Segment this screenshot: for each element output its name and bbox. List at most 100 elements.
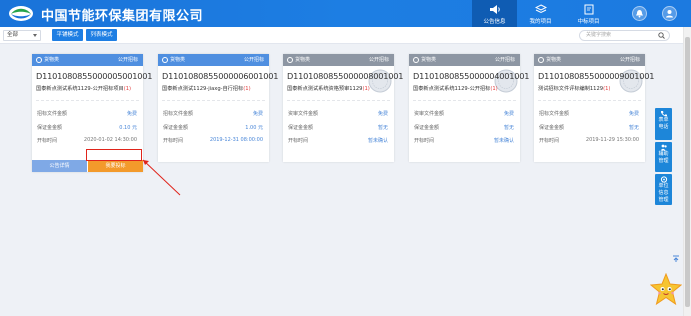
people-icon bbox=[660, 144, 667, 151]
nav-label: 中标项目 bbox=[577, 19, 600, 25]
announcement-detail-button[interactable]: 公告详情 bbox=[32, 160, 87, 172]
chevron-down-icon bbox=[33, 34, 37, 37]
field-label: 开标时间 bbox=[163, 138, 184, 144]
project-title: 国泰新点测试系统1129-公开招标(1) bbox=[413, 85, 498, 92]
project-flag: (1) bbox=[123, 86, 132, 92]
card-tag: 公开招标 bbox=[243, 57, 264, 63]
card-type: 货物类 bbox=[44, 57, 60, 63]
list-mode-button[interactable]: 列表模式 bbox=[86, 29, 117, 41]
field-label: 保证金金额 bbox=[414, 125, 440, 131]
field-row: 开标时间 2019-12-31 08:00:00 bbox=[163, 137, 263, 144]
project-flag: (1) bbox=[603, 86, 611, 92]
back-to-top-icon[interactable] bbox=[672, 255, 680, 263]
field-value: 暂无 bbox=[628, 125, 639, 131]
field-row: 资审文件金额 免费 bbox=[414, 110, 514, 117]
nav-label: 公告信息 bbox=[483, 19, 506, 25]
flag-icon bbox=[584, 4, 593, 15]
search-placeholder: 关键字搜索 bbox=[586, 32, 612, 38]
card-type: 货物类 bbox=[421, 57, 437, 63]
nav-my-projects[interactable]: 我的项目 bbox=[518, 0, 563, 27]
field-label: 招标文件金额 bbox=[539, 111, 570, 117]
side-label: 辅助 管理 bbox=[658, 151, 669, 164]
field-value: 免费 bbox=[628, 111, 639, 117]
field-value: 免费 bbox=[503, 111, 514, 117]
field-label: 保证金金额 bbox=[37, 125, 63, 131]
top-header: 中国节能环保集团有限公司 公告信息 我的项目 中标项目 bbox=[0, 0, 691, 27]
side-assist-button[interactable]: 辅助 管理 bbox=[655, 142, 672, 172]
nav-label: 我的项目 bbox=[529, 19, 552, 25]
search-icon[interactable] bbox=[658, 32, 665, 39]
project-title-text: 国泰新点测试1129-jiaxg-自行招标 bbox=[162, 86, 244, 92]
field-label: 招标文件金额 bbox=[163, 111, 194, 117]
field-row: 开标时间 暂未确认 bbox=[288, 137, 388, 144]
toolbar: 全部 平铺模式 列表模式 关键字搜索 bbox=[0, 27, 683, 44]
field-row: 招标文件金额 免费 bbox=[539, 110, 639, 117]
project-card[interactable]: 货物类 公开招标 D1101080855000004001001 国泰新点测试系… bbox=[409, 54, 530, 162]
project-card[interactable]: 货物类 公开招标 D1101080855000009001001 测试招标文件评… bbox=[534, 54, 655, 162]
field-value: 2019-12-31 08:00:00 bbox=[209, 137, 263, 143]
card-tag: 公开招标 bbox=[368, 57, 389, 63]
page-scrollbar[interactable] bbox=[683, 27, 691, 316]
mascot-star-icon[interactable] bbox=[650, 273, 682, 307]
scrollbar-thumb[interactable] bbox=[685, 37, 690, 307]
field-label: 保证金金额 bbox=[539, 125, 565, 131]
project-code: D1101080855000004001001 bbox=[413, 71, 530, 81]
side-label: 单位 信息 管理 bbox=[658, 183, 669, 203]
field-row: 保证金金额 暂无 bbox=[539, 124, 639, 131]
card-type: 货物类 bbox=[546, 57, 562, 63]
side-contact-button[interactable]: 表单 电话 bbox=[655, 108, 672, 140]
project-card[interactable]: 货物类 公开招标 D1101080855000008001001 国泰新点测试系… bbox=[283, 54, 404, 162]
field-value: 免费 bbox=[252, 111, 263, 117]
project-title-text: 测试招标文件评标编制1129 bbox=[538, 86, 604, 92]
notification-button[interactable] bbox=[632, 6, 647, 21]
field-label: 开标时间 bbox=[37, 138, 58, 144]
field-label: 保证金金额 bbox=[163, 125, 189, 131]
category-icon bbox=[36, 57, 42, 63]
project-title: 测试招标文件评标编制1129(1) bbox=[538, 85, 610, 92]
field-value: 2020-01-02 14:30:00 bbox=[83, 137, 137, 143]
project-code: D1101080855000005001001 bbox=[36, 71, 153, 81]
card-header: 货物类 公开招标 bbox=[534, 54, 645, 66]
divider bbox=[287, 100, 390, 101]
speaker-icon bbox=[489, 5, 500, 14]
nav-winning-projects[interactable]: 中标项目 bbox=[566, 0, 611, 27]
field-value: 免费 bbox=[377, 111, 388, 117]
field-value: 2019-11-29 15:30:00 bbox=[585, 137, 639, 143]
search-input[interactable]: 关键字搜索 bbox=[579, 30, 670, 41]
category-icon bbox=[287, 57, 293, 63]
field-value: 暂无 bbox=[377, 125, 388, 131]
divider bbox=[36, 100, 139, 101]
submit-bid-button[interactable]: 我要投标 bbox=[88, 160, 143, 172]
nav-announcements[interactable]: 公告信息 bbox=[472, 0, 517, 27]
side-unit-info-button[interactable]: 单位 信息 管理 bbox=[655, 174, 672, 205]
project-code: D1101080855000006001001 bbox=[162, 71, 279, 81]
project-card[interactable]: 货物类 公开招标 D1101080855000006001001 国泰新点测试1… bbox=[158, 54, 279, 162]
field-label: 招标文件金额 bbox=[37, 111, 68, 117]
divider bbox=[413, 100, 516, 101]
field-label: 开标时间 bbox=[539, 138, 560, 144]
tile-mode-button[interactable]: 平铺模式 bbox=[52, 29, 83, 41]
card-type: 货物类 bbox=[295, 57, 311, 63]
card-tag: 公开招标 bbox=[619, 57, 640, 63]
side-label: 表单 电话 bbox=[658, 117, 669, 130]
user-button[interactable] bbox=[662, 6, 677, 21]
project-title: 国泰新点测试系统资格预审1129(1) bbox=[287, 85, 370, 92]
card-header: 货物类 公开招标 bbox=[32, 54, 143, 66]
brand-title: 中国节能环保集团有限公司 bbox=[41, 9, 204, 24]
field-row: 保证金金额 暂无 bbox=[288, 124, 388, 131]
field-value: 暂未确认 bbox=[493, 138, 514, 144]
divider bbox=[538, 100, 641, 101]
category-icon bbox=[162, 57, 168, 63]
card-header: 货物类 公开招标 bbox=[409, 54, 520, 66]
field-row: 资审文件金额 免费 bbox=[288, 110, 388, 117]
field-label: 资审文件金额 bbox=[414, 111, 445, 117]
project-title: 国泰新点测试1129-jiaxg-自行招标(1) bbox=[162, 85, 251, 92]
card-header: 货物类 公开招标 bbox=[158, 54, 269, 66]
category-icon bbox=[413, 57, 419, 63]
project-code: D1101080855000008001001 bbox=[287, 71, 404, 81]
filter-select[interactable]: 全部 bbox=[3, 30, 41, 41]
field-label: 资审文件金额 bbox=[288, 111, 319, 117]
field-value: 暂未确认 bbox=[367, 138, 388, 144]
project-title-text: 国泰新点测试系统资格预审1129 bbox=[287, 86, 363, 92]
bell-icon bbox=[636, 10, 643, 18]
